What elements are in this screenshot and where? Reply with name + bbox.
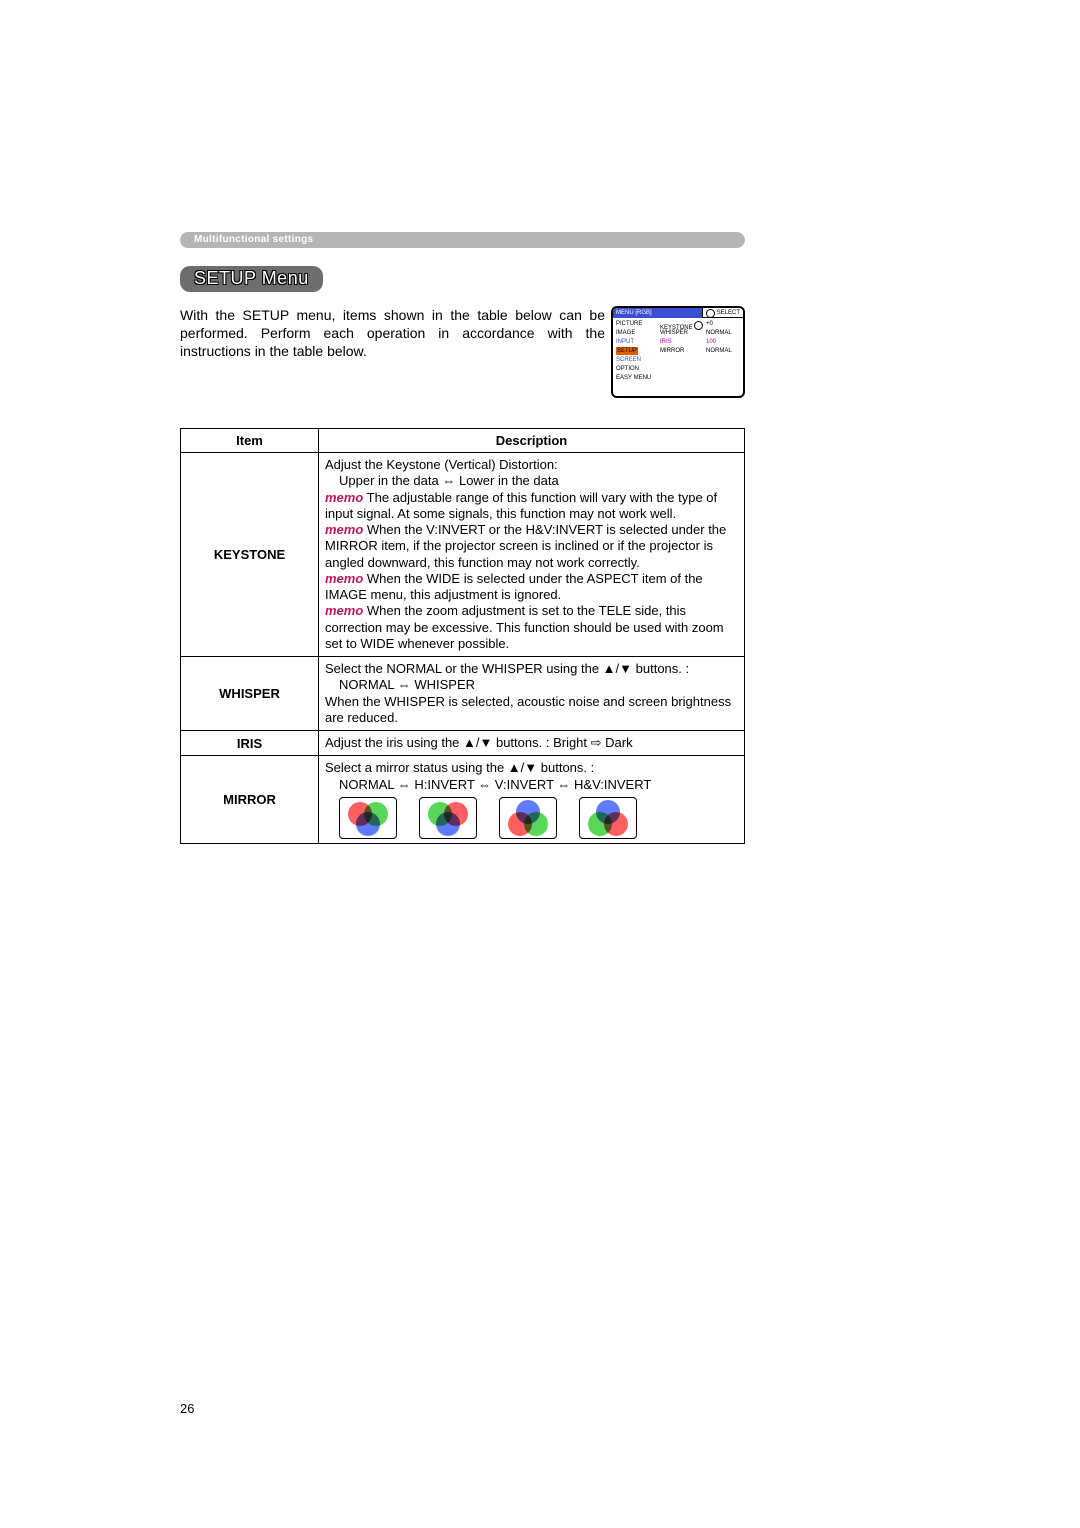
osd-right-col: +0 NORMAL 100 NORMAL: [706, 320, 740, 382]
osd-left-item: OPTION: [616, 365, 656, 373]
mirror-variant-icon: [339, 797, 397, 839]
item-whisper: WHISPER: [181, 657, 319, 731]
select-icon: [706, 309, 715, 318]
mirror-variant-icon: [419, 797, 477, 839]
osd-mid-item: WHISPER: [660, 329, 702, 337]
table-row: IRIS Adjust the iris using the ▲/▼ butto…: [181, 731, 745, 756]
osd-preview: MENU [RGB] SELECT PICTURE IMAGE INPUT SE…: [611, 306, 745, 398]
osd-header-right: SELECT: [702, 308, 743, 318]
desc-keystone: Adjust the Keystone (Vertical) Distortio…: [319, 453, 745, 657]
mirror-variant-icon: [579, 797, 637, 839]
section-heading: Multifunctional settings: [180, 232, 745, 248]
osd-left-item: EASY MENU: [616, 374, 656, 382]
desc-whisper: Select the NORMAL or the WHISPER using t…: [319, 657, 745, 731]
desc-iris: Adjust the iris using the ▲/▼ buttons. :…: [319, 731, 745, 756]
osd-mid-col: KEYSTONE WHISPER IRIS MIRROR: [660, 320, 702, 382]
table-row: WHISPER Select the NORMAL or the WHISPER…: [181, 657, 745, 731]
settings-table: Item Description KEYSTONE Adjust the Key…: [180, 428, 745, 844]
desc-mirror: Select a mirror status using the ▲/▼ but…: [319, 756, 745, 844]
osd-header-right-label: SELECT: [717, 308, 740, 318]
osd-mid-item: MIRROR: [660, 347, 702, 355]
osd-left-item-selected: SETUP: [616, 347, 656, 355]
osd-mid-item: IRIS: [660, 338, 702, 346]
item-iris: IRIS: [181, 731, 319, 756]
col-header-desc: Description: [319, 429, 745, 453]
col-header-item: Item: [181, 429, 319, 453]
osd-left-col: PICTURE IMAGE INPUT SETUP SCREEN OPTION …: [616, 320, 656, 382]
table-row: MIRROR Select a mirror status using the …: [181, 756, 745, 844]
page-title: SETUP Menu: [180, 266, 323, 292]
table-row: KEYSTONE Adjust the Keystone (Vertical) …: [181, 453, 745, 657]
mirror-variant-icon: [499, 797, 557, 839]
mirror-variant-row: [339, 797, 738, 839]
osd-right-item: NORMAL: [706, 347, 740, 355]
item-mirror: MIRROR: [181, 756, 319, 844]
osd-right-item: +0: [706, 320, 740, 328]
intro-paragraph: With the SETUP menu, items shown in the …: [180, 306, 605, 361]
page-number: 26: [180, 1401, 194, 1416]
osd-left-item: INPUT: [616, 338, 656, 346]
osd-left-item: PICTURE: [616, 320, 656, 328]
osd-mid-item: KEYSTONE: [660, 320, 702, 328]
osd-header-left: MENU [RGB]: [613, 308, 702, 318]
osd-right-item: 100: [706, 338, 740, 346]
osd-right-item: NORMAL: [706, 329, 740, 337]
item-keystone: KEYSTONE: [181, 453, 319, 657]
osd-left-item: SCREEN: [616, 356, 656, 364]
osd-left-item: IMAGE: [616, 329, 656, 337]
page-content: Multifunctional settings SETUP Menu With…: [180, 232, 745, 844]
